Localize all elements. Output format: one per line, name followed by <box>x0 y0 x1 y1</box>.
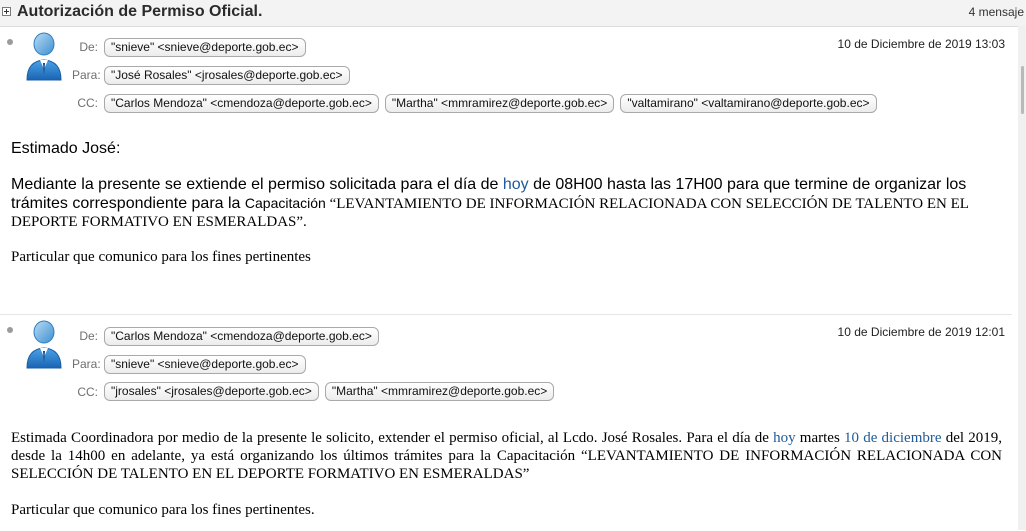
date-link[interactable]: hoy <box>503 176 529 193</box>
cc-label: CC: <box>77 96 98 110</box>
message-date: 10 de Diciembre de 2019 13:03 <box>837 37 1005 51</box>
message-item[interactable]: De: "snieve" <snieve@deporte.gob.ec> Par… <box>0 27 1012 313</box>
cc-chip[interactable]: "Martha" <mmramirez@deporte.gob.ec> <box>324 382 555 401</box>
from-label: De: <box>79 329 98 343</box>
cc-chip[interactable]: "Martha" <mmramirez@deporte.gob.ec> <box>384 94 615 113</box>
cc-chip[interactable]: "valtamirano" <valtamirano@deporte.gob.e… <box>620 94 877 113</box>
from-label: De: <box>79 40 98 54</box>
scrollbar-thumb[interactable] <box>1021 66 1024 114</box>
collapse-thread-icon[interactable] <box>2 7 11 16</box>
to-label: Para: <box>72 357 101 371</box>
date-link[interactable]: 10 de diciembre <box>844 430 942 446</box>
from-field: "snieve" <snieve@deporte.gob.ec> <box>104 38 312 57</box>
to-field: "José Rosales" <jrosales@deporte.gob.ec> <box>104 66 356 85</box>
avatar-icon <box>26 32 62 81</box>
body-text: Estimada Coordinadora por medio de la pr… <box>11 430 774 446</box>
body-text: Capacitación <box>244 195 326 211</box>
body-text: Mediante la presente se extiende el perm… <box>11 176 503 193</box>
message-greeting: Estimado José: <box>11 140 121 157</box>
scrollbar[interactable] <box>1018 26 1026 530</box>
unread-dot-icon <box>7 39 13 45</box>
cc-field: "Carlos Mendoza" <cmendoza@deporte.gob.e… <box>104 94 883 113</box>
thread-title: Autorización de Permiso Oficial. <box>17 3 263 20</box>
to-label: Para: <box>72 68 101 82</box>
date-link[interactable]: hoy <box>773 430 796 446</box>
recipient-chip[interactable]: "snieve" <snieve@deporte.gob.ec> <box>104 355 306 374</box>
message-closing: Particular que comunico para los fines p… <box>11 502 315 518</box>
unread-dot-icon <box>7 327 13 333</box>
from-field: "Carlos Mendoza" <cmendoza@deporte.gob.e… <box>104 327 385 346</box>
cc-chip[interactable]: "jrosales" <jrosales@deporte.gob.ec> <box>104 382 319 401</box>
sender-chip[interactable]: "Carlos Mendoza" <cmendoza@deporte.gob.e… <box>104 327 379 346</box>
message-count: 4 mensaje <box>968 5 1024 19</box>
cc-field: "jrosales" <jrosales@deporte.gob.ec> "Mar… <box>104 382 560 401</box>
message-date: 10 de Diciembre de 2019 12:01 <box>837 325 1005 339</box>
message-closing: Particular que comunico para los fines p… <box>11 249 311 265</box>
message-body: Mediante la presente se extiende el perm… <box>11 176 1002 231</box>
message-body: Estimada Coordinadora por medio de la pr… <box>11 429 1002 483</box>
message-item[interactable]: De: "Carlos Mendoza" <cmendoza@deporte.g… <box>0 314 1012 531</box>
cc-chip[interactable]: "Carlos Mendoza" <cmendoza@deporte.gob.e… <box>104 94 379 113</box>
recipient-chip[interactable]: "José Rosales" <jrosales@deporte.gob.ec> <box>104 66 350 85</box>
to-field: "snieve" <snieve@deporte.gob.ec> <box>104 355 312 374</box>
thread-header: Autorización de Permiso Oficial. 4 mensa… <box>0 0 1026 27</box>
cc-label: CC: <box>77 385 98 399</box>
sender-chip[interactable]: "snieve" <snieve@deporte.gob.ec> <box>104 38 306 57</box>
body-text: martes <box>795 430 844 446</box>
avatar-icon <box>26 320 62 369</box>
